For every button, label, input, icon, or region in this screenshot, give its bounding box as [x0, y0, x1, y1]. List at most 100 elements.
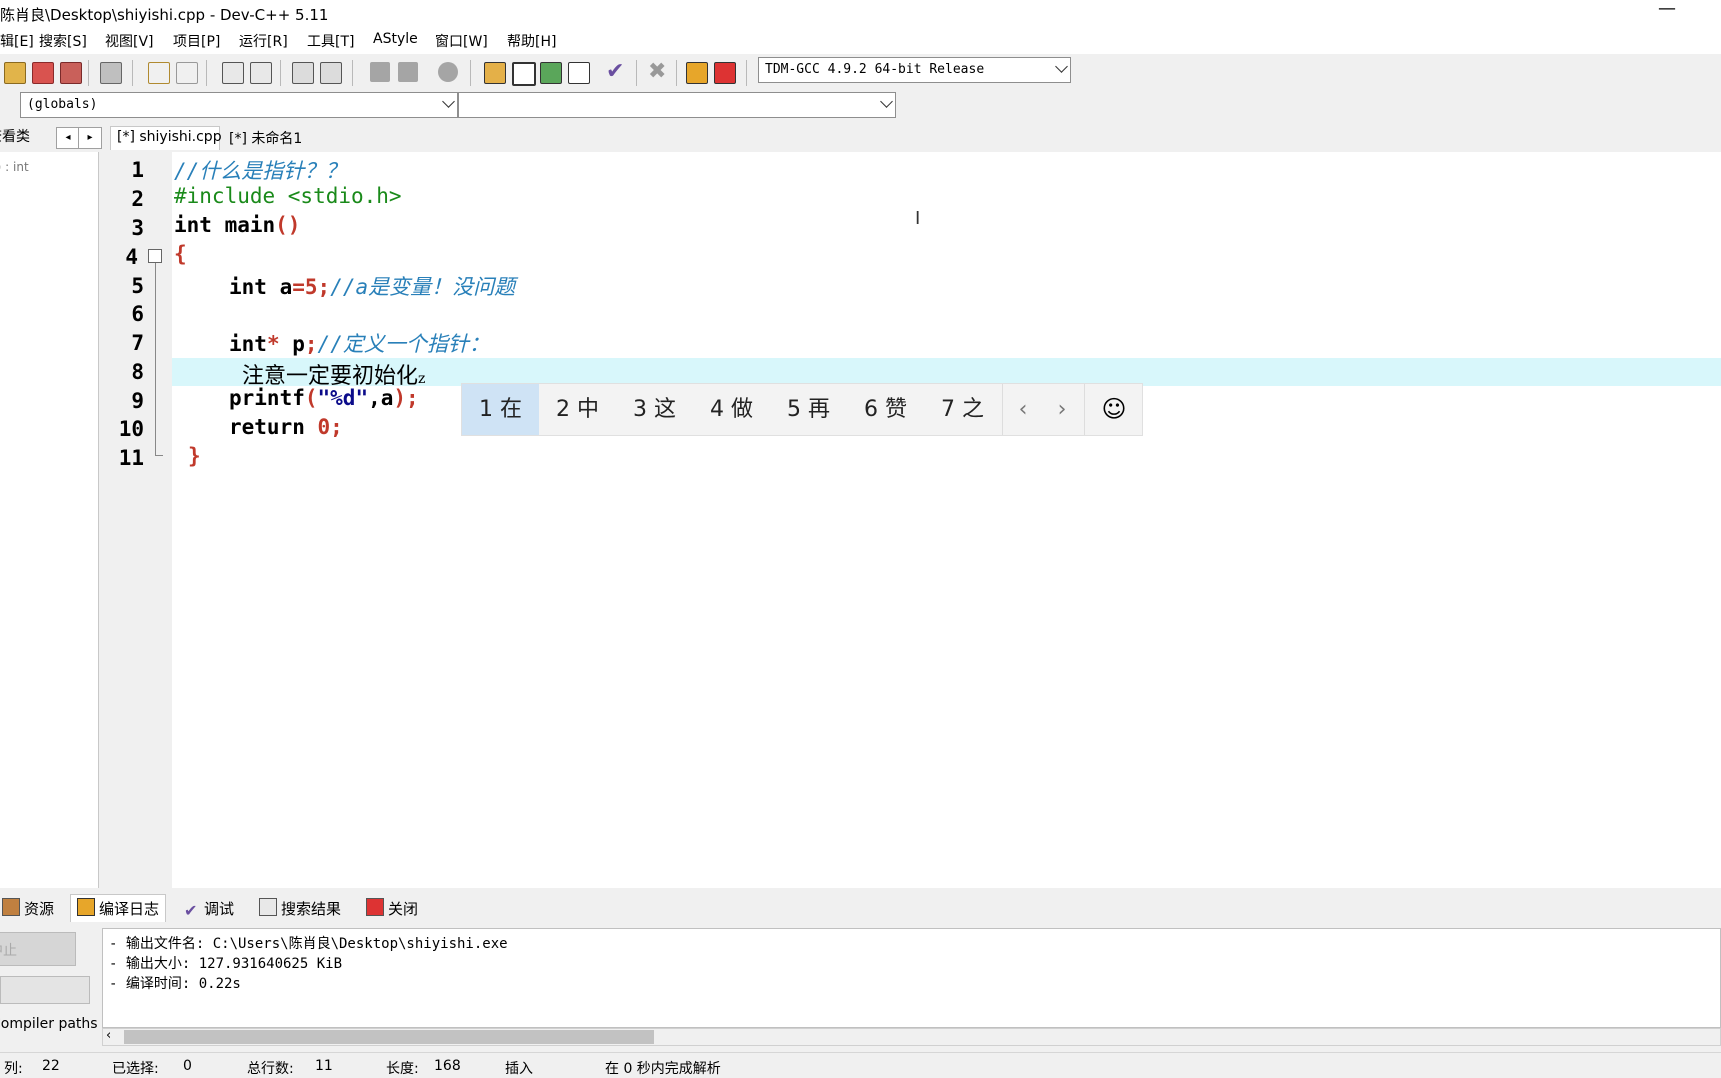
separator [132, 60, 133, 86]
log-line: - 编译时间: 0.22s [109, 976, 241, 992]
tab-shiyishi-cpp[interactable]: [*] shiyishi.cpp [110, 126, 222, 150]
ime-next-page-button[interactable]: › [1042, 384, 1082, 435]
indent-icon[interactable] [292, 62, 314, 84]
menu-window[interactable]: 窗口[W] [435, 31, 488, 51]
semicolon: ; [304, 332, 318, 356]
identifier: p [279, 332, 305, 356]
ime-candidate[interactable]: 7 之 [924, 384, 1001, 435]
tab-search-results[interactable]: 搜索结果 [259, 898, 341, 919]
keyword: int [174, 213, 212, 237]
line-number: 4 [125, 245, 138, 269]
minimize-button[interactable]: — [1658, 0, 1676, 19]
tab-label: 资源 [24, 900, 55, 918]
identifier: a [266, 275, 293, 299]
tab-untitled-1[interactable]: [*] 未命名1 [223, 126, 311, 150]
stop-button[interactable]: 中止 [0, 932, 76, 966]
separator [470, 60, 471, 86]
class-browser-item[interactable]: () : int [0, 160, 29, 174]
ime-candidate[interactable]: 1 在 [462, 384, 539, 435]
window-title: 陈肖良\Desktop\shiyishi.cpp - Dev-C++ 5.11 [0, 6, 329, 24]
separator [206, 60, 207, 86]
tab-label: 编译日志 [99, 900, 160, 918]
menu-project[interactable]: 项目[P] [173, 31, 220, 51]
string: "%d" [317, 386, 369, 410]
log-line: - 输出大小: 127.931640625 KiB [109, 956, 343, 972]
close-all-icon[interactable] [60, 62, 82, 84]
compile-run-icon[interactable] [540, 62, 562, 84]
code-line-2: #include <stdio.h> [174, 184, 402, 208]
compile-log-icon [77, 898, 95, 916]
menu-search[interactable]: 搜索[S] [39, 31, 87, 51]
line-number: 3 [131, 216, 144, 240]
replace-icon[interactable] [250, 62, 272, 84]
separator [636, 60, 637, 86]
tab-close[interactable]: 关闭 [366, 898, 418, 919]
class-browser-panel [0, 152, 99, 888]
menu-run[interactable]: 运行[R] [239, 31, 288, 51]
ime-prev-page-button[interactable]: ‹ [1002, 384, 1043, 435]
menu-view[interactable]: 视图[V] [105, 31, 154, 51]
secondary-button[interactable] [0, 976, 90, 1004]
tab-debug[interactable]: ✔ 调试 [184, 898, 234, 919]
fold-guide [155, 263, 156, 455]
tab-class-browser[interactable]: 查看类 [0, 126, 32, 150]
line-number: 1 [131, 158, 144, 182]
separator [676, 60, 677, 86]
ime-candidate[interactable]: 6 赞 [847, 384, 924, 435]
status-col-value: 22 [42, 1058, 60, 1074]
back-icon[interactable] [370, 62, 390, 82]
menu-help[interactable]: 帮助[H] [507, 31, 556, 51]
separator [352, 60, 353, 86]
ime-candidate[interactable]: 5 再 [770, 384, 847, 435]
menu-bar: 编辑[E] 搜索[S] 视图[V] 项目[P] 运行[R] 工具[T] ASty… [0, 28, 1721, 54]
emoji-icon[interactable]: ☺ [1084, 384, 1143, 435]
code-line-7: int* p;//定义一个指针： [229, 328, 490, 358]
number: 0 [317, 415, 331, 439]
tab-scroll-left-button[interactable]: ◂ [56, 127, 80, 149]
scrollbar-thumb[interactable] [124, 1030, 654, 1044]
tab-label: 搜索结果 [281, 900, 342, 918]
scroll-left-arrow-icon[interactable]: ‹ [106, 1028, 111, 1043]
profile-icon[interactable] [686, 62, 708, 84]
print-icon[interactable] [100, 62, 122, 84]
code-line-10: return 0; [229, 415, 343, 439]
compiler-select[interactable]: TDM-GCC 4.9.2 64-bit Release [758, 57, 1071, 83]
compiler-paths-checkbox-label[interactable]: Compiler paths [0, 1016, 98, 1032]
find-icon[interactable] [222, 62, 244, 84]
separator [88, 60, 89, 86]
tab-compile-log[interactable]: 编译日志 [70, 894, 167, 922]
run-icon[interactable] [512, 62, 536, 86]
redo-icon[interactable] [176, 62, 198, 84]
status-parse-info: 在 0 秒内完成解析 [605, 1061, 721, 1077]
menu-edit[interactable]: 编辑[E] [0, 31, 34, 51]
semicolon: ; [330, 415, 343, 439]
close-file-icon[interactable] [32, 62, 54, 84]
scope-select[interactable]: (globals) [20, 92, 458, 118]
ime-candidate[interactable]: 2 中 [539, 384, 616, 435]
bookmark-icon[interactable] [438, 62, 458, 82]
line-number: 5 [131, 274, 144, 298]
open-project-icon[interactable] [4, 62, 26, 84]
code-editor[interactable] [172, 152, 1721, 888]
menu-tools[interactable]: 工具[T] [307, 31, 354, 51]
status-insert-mode: 插入 [505, 1061, 533, 1077]
compile-icon[interactable] [484, 62, 506, 84]
fold-toggle-icon[interactable] [148, 249, 162, 263]
ime-candidate[interactable]: 3 这 [616, 384, 693, 435]
operator: = [292, 275, 305, 299]
status-length-label: 长度: [386, 1061, 419, 1077]
syntax-check-icon[interactable]: ✔ [606, 61, 626, 83]
ime-candidate[interactable]: 4 做 [693, 384, 770, 435]
menu-astyle[interactable]: AStyle [373, 31, 418, 47]
undo-icon[interactable] [148, 62, 170, 84]
members-select[interactable] [458, 92, 896, 118]
delete-profile-icon[interactable] [714, 62, 736, 84]
tab-scroll-right-button[interactable]: ▸ [78, 127, 102, 149]
stop-execution-icon[interactable]: ✖ [648, 61, 668, 83]
tab-resources[interactable]: 资源 [2, 898, 54, 919]
unindent-icon[interactable] [320, 62, 342, 84]
forward-icon[interactable] [398, 62, 418, 82]
line-number: 9 [131, 389, 144, 413]
rebuild-icon[interactable] [568, 62, 590, 84]
code-line-1: //什么是指针？？ [174, 159, 347, 183]
